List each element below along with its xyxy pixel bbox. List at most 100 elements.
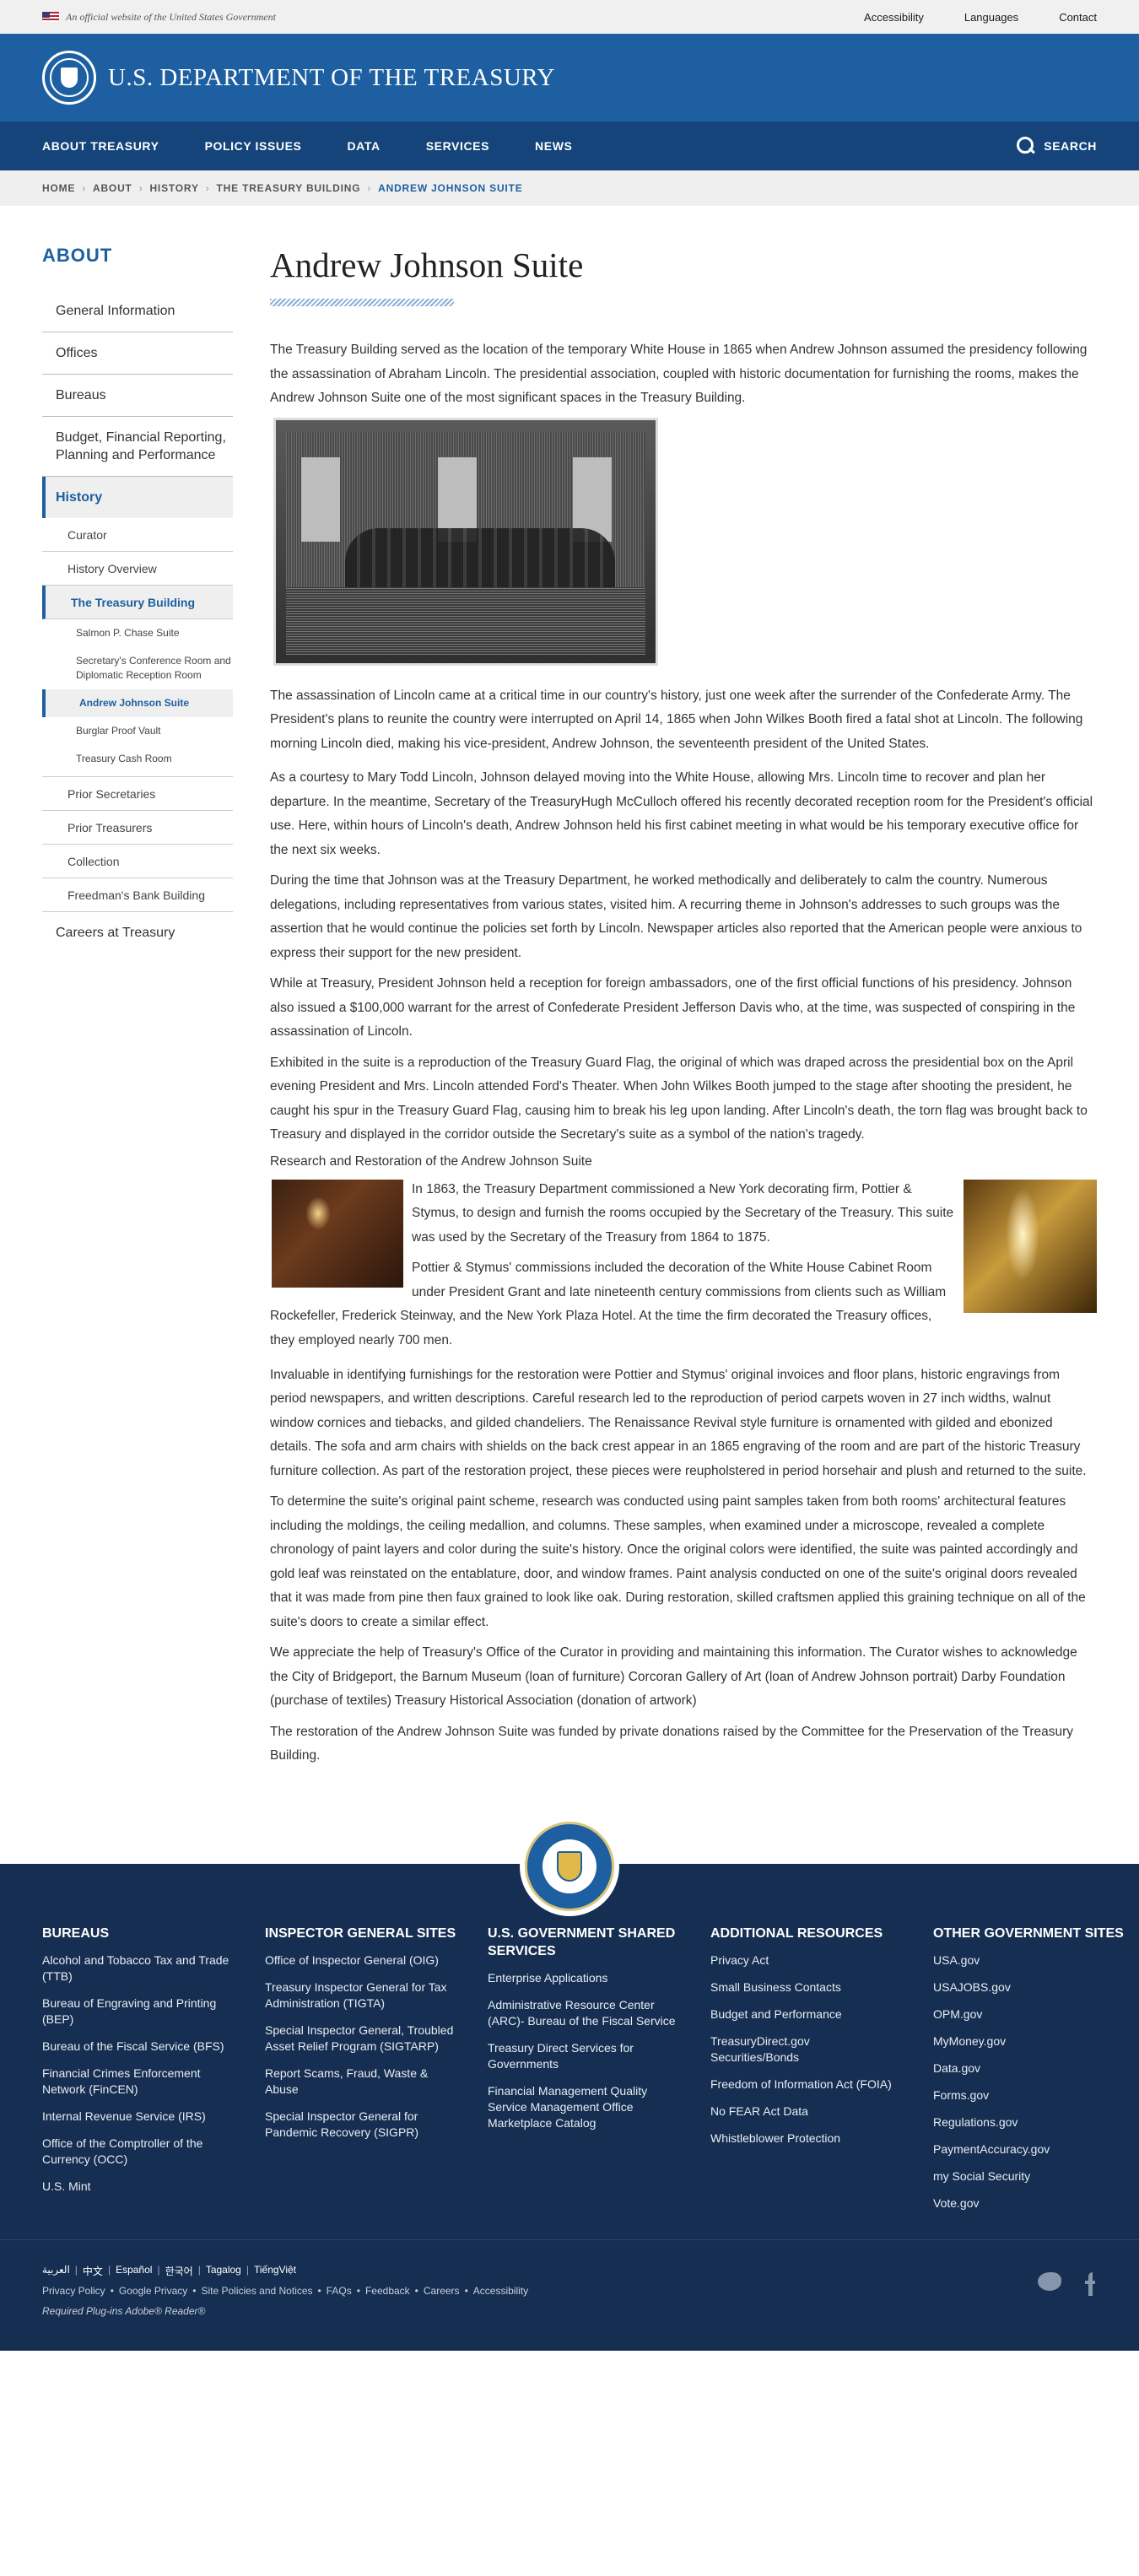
footer-link[interactable]: Whistleblower Protection: [710, 2130, 933, 2147]
google-privacy-link[interactable]: Google Privacy: [119, 2285, 187, 2297]
sidebar-sub-prior-treasurers[interactable]: Prior Treasurers: [42, 811, 233, 845]
footer-column-heading: ADDITIONAL RESOURCES: [710, 1925, 883, 1941]
footer-link[interactable]: MyMoney.gov: [933, 2033, 1139, 2049]
footer-link[interactable]: Special Inspector General, Troubled Asse…: [265, 2022, 488, 2055]
breadcrumb-treasury-building[interactable]: THE TREASURY BUILDING: [217, 182, 361, 194]
search-button[interactable]: SEARCH: [1017, 137, 1097, 155]
research-subheading: Research and Restoration of the Andrew J…: [270, 1153, 592, 1169]
language-link-korean[interactable]: 한국어: [165, 2264, 193, 2278]
footer-link[interactable]: Small Business Contacts: [710, 1979, 933, 1995]
footer-link[interactable]: Forms.gov: [933, 2087, 1139, 2103]
languages-link[interactable]: Languages: [964, 11, 1018, 24]
nav-news[interactable]: NEWS: [535, 139, 572, 153]
footer-link[interactable]: USA.gov: [933, 1952, 1139, 1968]
accessibility-link[interactable]: Accessibility: [864, 11, 924, 24]
footer-link[interactable]: Alcohol and Tobacco Tax and Trade (TTB): [42, 1952, 265, 1985]
feedback-link[interactable]: Feedback: [365, 2285, 410, 2297]
sidebar-item-history[interactable]: History: [42, 477, 233, 518]
footer-link[interactable]: Vote.gov: [933, 2195, 1139, 2211]
footer-link[interactable]: Special Inspector General for Pandemic R…: [265, 2109, 488, 2141]
nav-data[interactable]: DATA: [347, 139, 380, 153]
twitter-icon[interactable]: [1038, 2271, 1061, 2291]
site-policies-link[interactable]: Site Policies and Notices: [201, 2285, 312, 2297]
footer-link[interactable]: Enterprise Applications: [488, 1970, 710, 1986]
footer-link[interactable]: Administrative Resource Center (ARC)- Bu…: [488, 1997, 710, 2029]
footer-link[interactable]: Data.gov: [933, 2060, 1139, 2076]
language-link-arabic[interactable]: العربية: [42, 2264, 70, 2278]
footer-link[interactable]: Budget and Performance: [710, 2006, 933, 2022]
footer-bottom: العربية | 中文 | Español | 한국어 | Tagalog | Tiến…: [0, 2238, 1139, 2351]
site-footer: BUREAUS Alcohol and Tobacco Tax and Trad…: [0, 1816, 1139, 2239]
policy-links: Privacy Policy • Google Privacy • Site Pol…: [42, 2284, 529, 2297]
sidebar-sub-history-overview[interactable]: History Overview: [42, 552, 233, 586]
breadcrumb-about[interactable]: ABOUT: [93, 182, 132, 194]
breadcrumb-history[interactable]: HISTORY: [149, 182, 198, 194]
footer-link[interactable]: Report Scams, Fraud, Waste & Abuse: [265, 2066, 488, 2098]
acknowledgements-paragraph: We appreciate the help of Treasury's Off…: [270, 1645, 1077, 1708]
contact-link[interactable]: Contact: [1059, 11, 1097, 24]
sidebar-item-general-information[interactable]: General Information: [42, 290, 233, 332]
footer-treasury-seal[interactable]: [520, 1816, 619, 1916]
sidebar-subsub-chase-suite[interactable]: Salmon P. Chase Suite: [42, 619, 233, 647]
sidebar-item-budget[interactable]: Budget, Financial Reporting, Planning an…: [42, 417, 233, 477]
footer-link[interactable]: Bureau of the Fiscal Service (BFS): [42, 2039, 265, 2055]
paint-scheme-paragraph: To determine the suite's original paint …: [270, 1494, 1086, 1629]
footer-link[interactable]: Freedom of Information Act (FOIA): [710, 2076, 933, 2093]
language-link-spanish[interactable]: Español: [116, 2264, 152, 2278]
sidebar-subsub-andrew-johnson-suite[interactable]: Andrew Johnson Suite: [42, 689, 233, 717]
sidebar-subsub-conference-room[interactable]: Secretary's Conference Room and Diplomat…: [42, 647, 233, 689]
footer-link[interactable]: Internal Revenue Service (IRS): [42, 2109, 265, 2125]
footer-link[interactable]: PaymentAccuracy.gov: [933, 2141, 1139, 2157]
sidebar-item-careers[interactable]: Careers at Treasury: [42, 912, 233, 953]
sidebar-sub-curator[interactable]: Curator: [42, 518, 233, 552]
footer-link[interactable]: Regulations.gov: [933, 2114, 1139, 2130]
nav-services[interactable]: SERVICES: [426, 139, 489, 153]
chevron-right-icon: ›: [82, 182, 86, 194]
social-links: [1038, 2271, 1097, 2296]
footer-link[interactable]: U.S. Mint: [42, 2179, 265, 2195]
sidebar-subsub-cash-room[interactable]: Treasury Cash Room: [42, 745, 233, 777]
footer-link[interactable]: OPM.gov: [933, 2006, 1139, 2022]
official-banner-text: An official website of the United States…: [66, 10, 276, 23]
footer-link[interactable]: Office of Inspector General (OIG): [265, 1952, 488, 1968]
sidebar-sub-prior-secretaries[interactable]: Prior Secretaries: [42, 777, 233, 811]
footer-link[interactable]: Privacy Act: [710, 1952, 933, 1968]
language-link-vietnamese[interactable]: TiếngViệt: [254, 2264, 296, 2278]
footer-link[interactable]: Treasury Direct Services for Governments: [488, 2040, 710, 2072]
search-label: SEARCH: [1044, 139, 1097, 153]
footer-link[interactable]: Treasury Inspector General for Tax Admin…: [265, 1979, 488, 2012]
sidebar-heading: ABOUT: [42, 245, 113, 266]
faqs-link[interactable]: FAQs: [327, 2285, 352, 2297]
site-title[interactable]: U.S. DEPARTMENT OF THE TREASURY: [108, 64, 555, 92]
sidebar-sub-freedmans-bank[interactable]: Freedman's Bank Building: [42, 878, 233, 912]
sidebar-sub-collection[interactable]: Collection: [42, 845, 233, 878]
footer-link[interactable]: Financial Crimes Enforcement Network (Fi…: [42, 2066, 265, 2098]
careers-link[interactable]: Careers: [424, 2285, 460, 2297]
sidebar-sub-treasury-building[interactable]: The Treasury Building: [42, 586, 233, 619]
footer-link[interactable]: USAJOBS.gov: [933, 1979, 1139, 1995]
utility-links: Accessibility Languages Contact: [864, 11, 1097, 24]
footer-link[interactable]: Bureau of Engraving and Printing (BEP): [42, 1995, 265, 2028]
accessibility-footer-link[interactable]: Accessibility: [473, 2285, 528, 2297]
breadcrumb-home[interactable]: HOME: [42, 182, 75, 194]
required-plugins: Required Plug-ins Adobe® Reader®: [42, 2304, 206, 2317]
nav-about-treasury[interactable]: ABOUT TREASURY: [42, 139, 159, 153]
language-link-tagalog[interactable]: Tagalog: [206, 2264, 241, 2278]
treasury-seal-logo[interactable]: [42, 51, 96, 105]
privacy-policy-link[interactable]: Privacy Policy: [42, 2285, 105, 2297]
footer-column-heading: U.S. GOVERNMENT SHARED SERVICES: [488, 1925, 676, 1958]
courtesy-paragraph: As a courtesy to Mary Todd Lincoln, John…: [270, 770, 1093, 857]
footer-link[interactable]: my Social Security: [933, 2168, 1139, 2184]
footer-link[interactable]: Office of the Comptroller of the Currenc…: [42, 2136, 265, 2168]
footer-link[interactable]: No FEAR Act Data: [710, 2103, 933, 2120]
footer-link[interactable]: TreasuryDirect.gov Securities/Bonds: [710, 2033, 933, 2066]
facebook-icon[interactable]: [1083, 2271, 1097, 2296]
footer-link[interactable]: Financial Management Quality Service Man…: [488, 2083, 710, 2131]
chevron-right-icon: ›: [138, 182, 143, 194]
nav-policy-issues[interactable]: POLICY ISSUES: [205, 139, 302, 153]
official-banner: An official website of the United States…: [0, 0, 1139, 34]
sidebar-item-offices[interactable]: Offices: [42, 332, 233, 375]
sidebar-item-bureaus[interactable]: Bureaus: [42, 375, 233, 417]
sidebar-subsub-burglar-proof-vault[interactable]: Burglar Proof Vault: [42, 717, 233, 745]
language-link-chinese[interactable]: 中文: [83, 2264, 103, 2278]
